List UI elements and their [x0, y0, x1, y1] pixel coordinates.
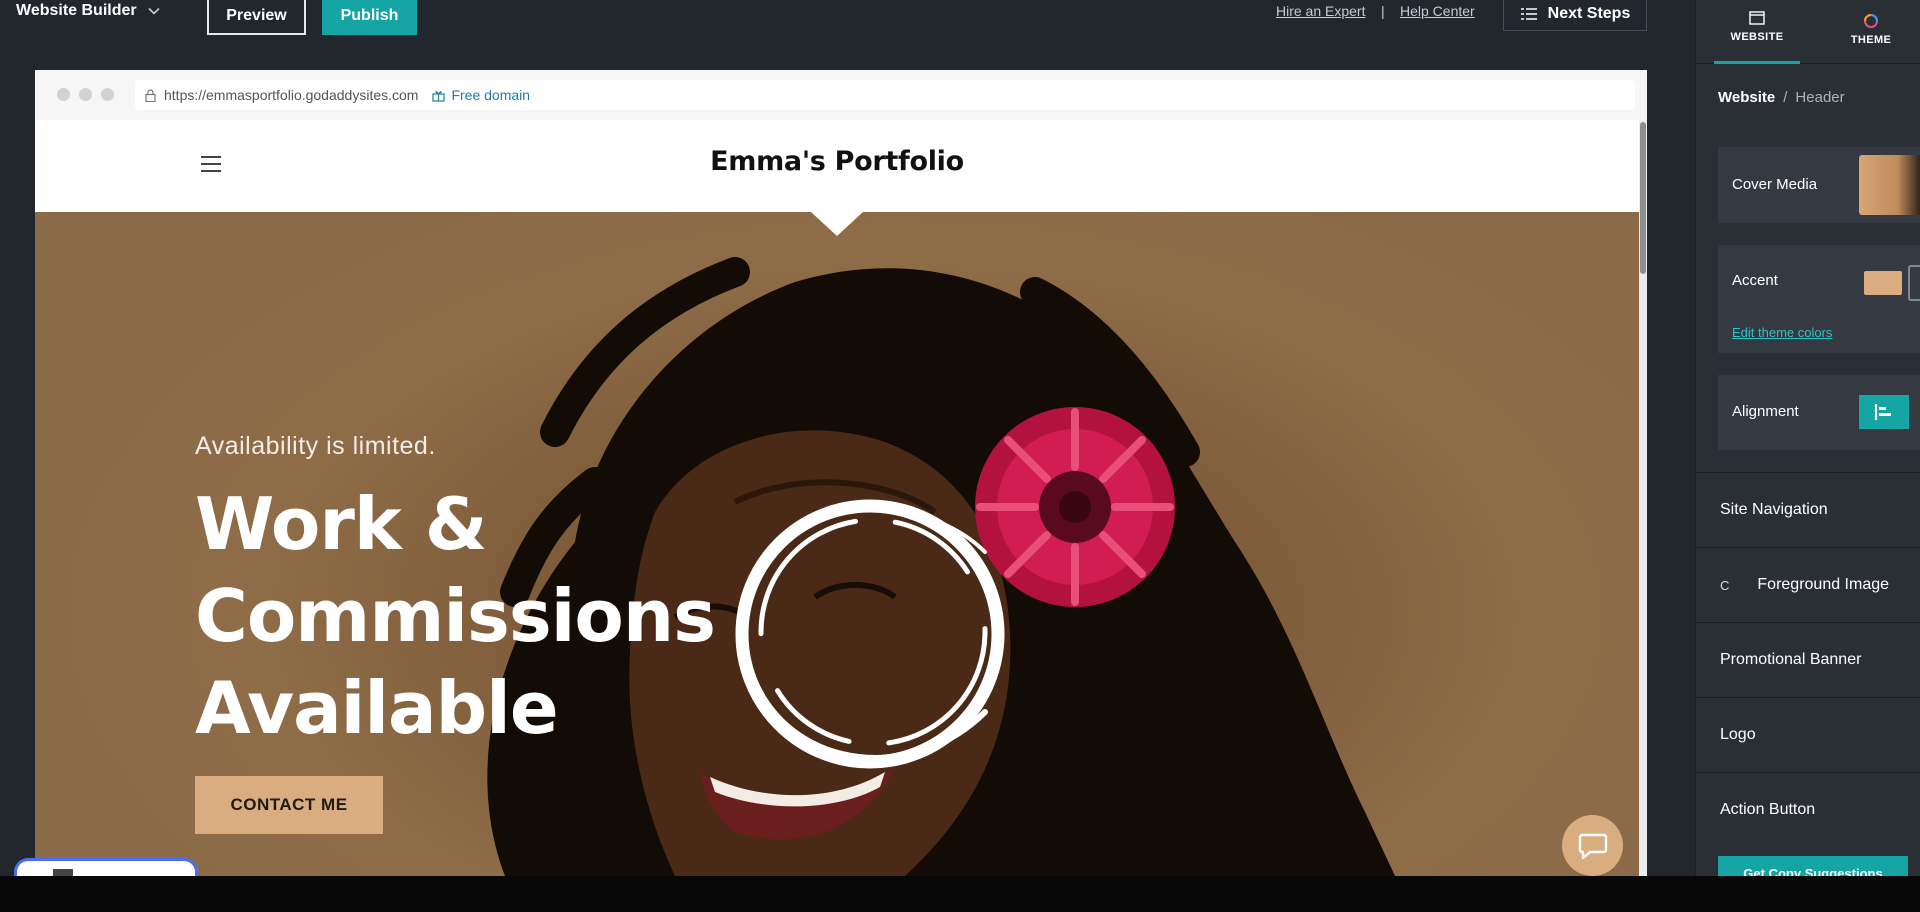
promotional-banner-item[interactable]: Promotional Banner: [1696, 622, 1920, 697]
chat-bubble-icon: [1578, 833, 1607, 859]
site-url: https://emmasportfolio.godaddysites.com: [164, 87, 419, 103]
breadcrumb-website[interactable]: Website: [1718, 89, 1775, 106]
lock-icon: [145, 88, 156, 102]
foreground-image-label: Foreground Image: [1757, 576, 1890, 593]
hero-title: Work & Commissions Available: [195, 478, 716, 754]
cover-media-thumbnail[interactable]: [1859, 155, 1920, 215]
hero-section[interactable]: Availability is limited. Work & Commissi…: [35, 212, 1639, 876]
logo-label: Logo: [1720, 726, 1756, 743]
edit-theme-colors-link[interactable]: Edit theme colors: [1732, 325, 1832, 340]
cover-media-card[interactable]: Cover Media: [1718, 147, 1920, 223]
window-dots: [57, 88, 114, 101]
gift-icon: [432, 90, 446, 102]
panel-tabs: WEBSITE THEME: [1696, 0, 1920, 64]
link-separator: |: [1381, 3, 1385, 19]
preview-scrollbar-thumb[interactable]: [1640, 122, 1646, 274]
tab-website-label: WEBSITE: [1730, 31, 1784, 43]
free-domain-link[interactable]: Free domain: [432, 87, 530, 103]
site-preview-canvas: https://emmasportfolio.godaddysites.com …: [35, 70, 1647, 876]
action-button-label: Action Button: [1720, 801, 1816, 818]
accent-card: Accent Edit theme colors: [1718, 245, 1920, 353]
logo-item[interactable]: Logo: [1696, 697, 1920, 772]
publish-button[interactable]: Publish: [322, 0, 417, 35]
action-button-item[interactable]: Action Button: [1696, 772, 1920, 847]
help-center-link[interactable]: Help Center: [1400, 3, 1475, 19]
address-bar: https://emmasportfolio.godaddysites.com …: [135, 80, 1635, 110]
hero-title-line: Work &: [195, 482, 488, 566]
site-navigation-label: Site Navigation: [1720, 501, 1828, 518]
app-name: Website Builder: [16, 2, 137, 19]
breadcrumb-separator: /: [1783, 89, 1788, 106]
palette-icon: [1864, 14, 1878, 28]
breadcrumb: Website / Header: [1718, 89, 1845, 106]
toggle-icon[interactable]: C: [1720, 578, 1729, 593]
site-header[interactable]: Emma's Portfolio: [35, 120, 1639, 212]
site-title: Emma's Portfolio: [710, 146, 964, 177]
settings-panel: WEBSITE THEME Website / Header Cover Med…: [1695, 0, 1920, 876]
hero-title-line: Commissions: [195, 574, 716, 658]
tab-theme[interactable]: THEME: [1816, 0, 1920, 64]
accent-color-swatch[interactable]: [1864, 271, 1902, 295]
browser-chrome: https://emmasportfolio.godaddysites.com …: [35, 70, 1647, 120]
cover-media-label: Cover Media: [1732, 176, 1818, 193]
free-domain-label: Free domain: [451, 87, 531, 103]
chat-button[interactable]: [1562, 815, 1623, 876]
contact-me-button[interactable]: CONTACT ME: [195, 776, 383, 834]
next-steps-label: Next Steps: [1547, 4, 1631, 22]
hire-expert-link[interactable]: Hire an Expert: [1276, 3, 1365, 19]
accent-label: Accent: [1732, 272, 1778, 289]
top-toolbar: Website Builder Preview Publish Hire an …: [0, 0, 1695, 50]
preview-button[interactable]: Preview: [207, 0, 306, 35]
chevron-down-icon: [148, 7, 160, 15]
hero-title-line: Available: [195, 666, 559, 750]
tab-website[interactable]: WEBSITE: [1714, 0, 1800, 64]
get-copy-suggestions-button[interactable]: Get Copy Suggestions: [1718, 856, 1908, 876]
foreground-image-item[interactable]: C Foreground Image: [1696, 547, 1920, 622]
breadcrumb-header: Header: [1795, 89, 1845, 106]
window-icon: [1749, 11, 1765, 25]
accent-color-picker[interactable]: [1908, 265, 1920, 301]
next-steps-button[interactable]: Next Steps: [1503, 0, 1647, 31]
website-builder-app: Website Builder Preview Publish Hire an …: [0, 0, 1920, 876]
promotional-banner-label: Promotional Banner: [1720, 651, 1862, 668]
alignment-card: Alignment: [1718, 375, 1920, 450]
hero-subtitle: Availability is limited.: [195, 432, 436, 460]
site-navigation-item[interactable]: Site Navigation: [1696, 472, 1920, 547]
bottom-letterbox: [0, 876, 1920, 912]
list-icon: [1520, 7, 1537, 20]
header-notch: [811, 212, 863, 236]
app-menu[interactable]: Website Builder: [16, 0, 161, 22]
align-left-icon: [1874, 404, 1891, 420]
align-left-button[interactable]: [1859, 395, 1909, 429]
alignment-label: Alignment: [1732, 403, 1799, 420]
tab-theme-label: THEME: [1850, 34, 1892, 46]
